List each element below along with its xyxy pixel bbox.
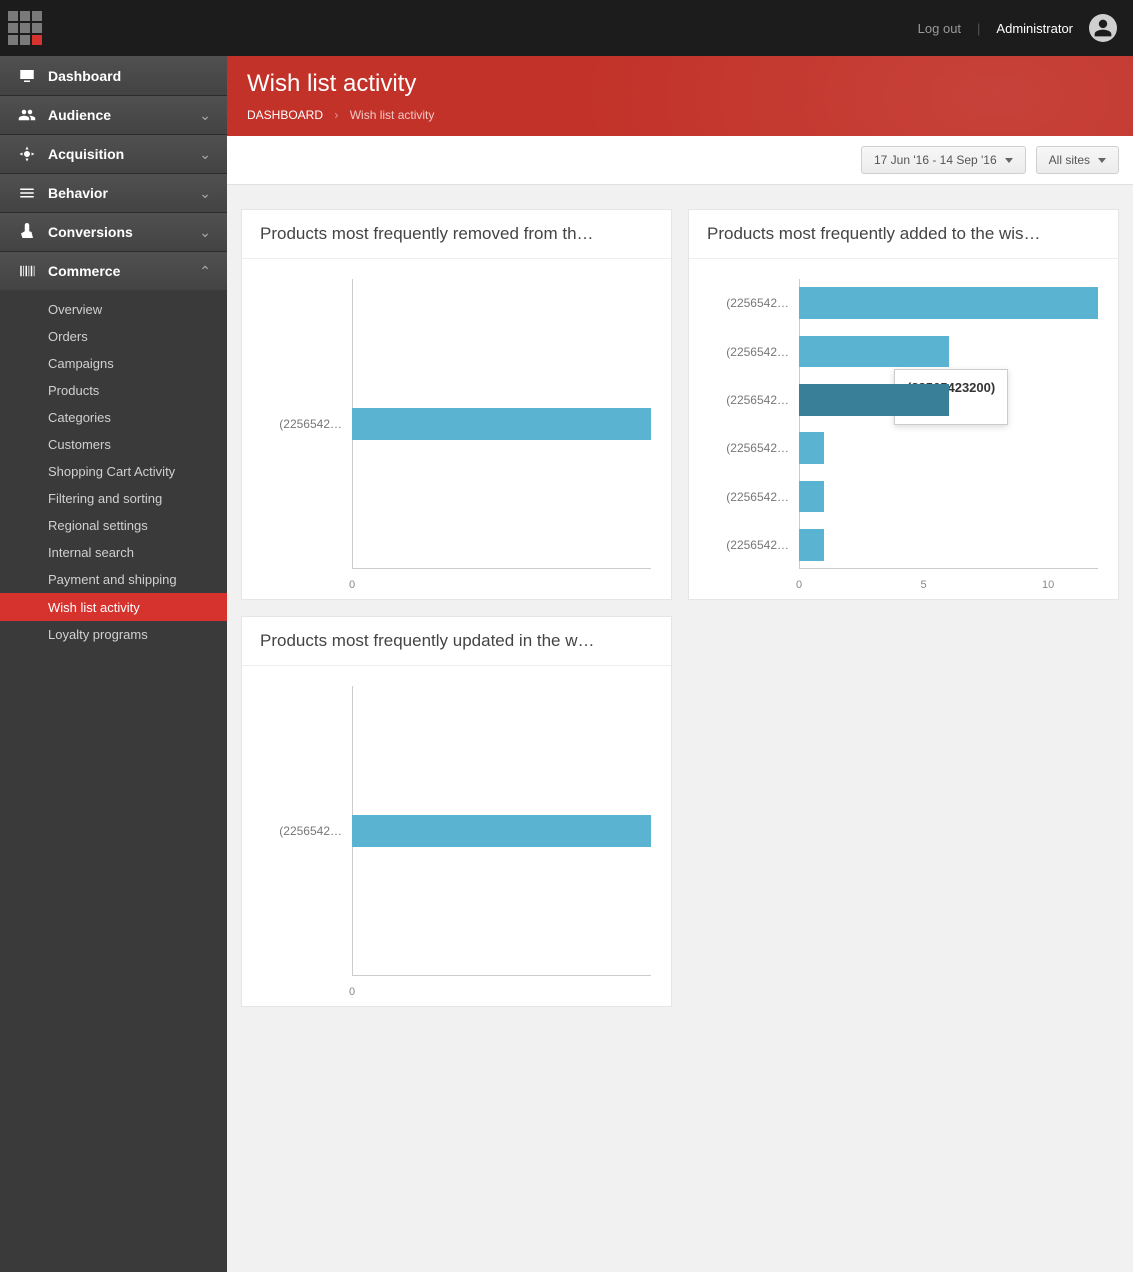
- card-updated: Products most frequently updated in the …: [241, 616, 672, 1007]
- sub-item-orders[interactable]: Orders: [0, 323, 227, 350]
- chart-y-label: (2256542…: [699, 345, 789, 359]
- chart-y-label: (2256542…: [699, 296, 789, 310]
- topbar: Log out | Administrator: [0, 0, 1133, 56]
- chevron-up-icon: ⌃: [199, 263, 211, 280]
- site-picker-label: All sites: [1049, 153, 1090, 167]
- avatar-icon[interactable]: [1089, 14, 1117, 42]
- people-icon: [16, 106, 38, 124]
- sidebar-item-commerce[interactable]: Commerce ⌃: [0, 251, 227, 290]
- chart-bar[interactable]: [799, 481, 824, 512]
- card-title: Products most frequently updated in the …: [242, 617, 671, 666]
- crumb-root[interactable]: DASHBOARD: [247, 108, 323, 122]
- chevron-down-icon: ⌄: [199, 146, 211, 163]
- divider: |: [977, 21, 980, 36]
- chart-added: (22565423200) 6 (2256542…(2256542…(22565…: [689, 259, 1118, 599]
- date-range-picker[interactable]: 17 Jun '16 - 14 Sep '16: [861, 146, 1026, 174]
- chart-updated: (2256542… 0: [242, 666, 671, 1006]
- chart-bar[interactable]: [799, 287, 1098, 318]
- sidebar-item-label: Acquisition: [48, 146, 199, 162]
- sub-item-wishlist[interactable]: Wish list activity: [0, 593, 227, 621]
- sub-item-customers[interactable]: Customers: [0, 431, 227, 458]
- chart-y-label: (2256542…: [252, 824, 342, 838]
- tap-icon: [16, 223, 38, 241]
- sub-item-search[interactable]: Internal search: [0, 539, 227, 566]
- monitor-icon: [16, 67, 38, 85]
- chevron-down-icon: ⌄: [199, 107, 211, 124]
- sidebar-item-conversions[interactable]: Conversions ⌄: [0, 212, 227, 251]
- sub-item-loyalty[interactable]: Loyalty programs: [0, 621, 227, 648]
- chart-x-tick: 10: [1042, 579, 1054, 591]
- chart-y-label: (2256542…: [252, 417, 342, 431]
- chart-x-tick: 0: [796, 579, 802, 591]
- sub-item-filtering[interactable]: Filtering and sorting: [0, 485, 227, 512]
- chart-bar[interactable]: [352, 815, 651, 847]
- chart-x-tick: 0: [349, 986, 355, 998]
- sub-item-regional[interactable]: Regional settings: [0, 512, 227, 539]
- chart-y-label: (2256542…: [699, 538, 789, 552]
- main-content: Wish list activity DASHBOARD › Wish list…: [227, 56, 1133, 1272]
- chart-bar[interactable]: [799, 336, 949, 367]
- chart-bar[interactable]: [799, 432, 824, 463]
- sub-item-campaigns[interactable]: Campaigns: [0, 350, 227, 377]
- axis-x: [352, 975, 651, 976]
- sidebar-item-behavior[interactable]: Behavior ⌄: [0, 173, 227, 212]
- page-header: Wish list activity DASHBOARD › Wish list…: [227, 56, 1133, 136]
- axis-x: [352, 568, 651, 569]
- sidebar-item-label: Audience: [48, 107, 199, 123]
- chart-y-label: (2256542…: [699, 441, 789, 455]
- logout-link[interactable]: Log out: [918, 21, 961, 36]
- target-icon: [16, 145, 38, 163]
- toolbar: 17 Jun '16 - 14 Sep '16 All sites: [227, 136, 1133, 185]
- sidebar-item-audience[interactable]: Audience ⌄: [0, 95, 227, 134]
- barcode-icon: [16, 262, 38, 280]
- axis-x: [799, 568, 1098, 569]
- axis-y: [799, 279, 800, 569]
- chevron-down-icon: ⌄: [199, 185, 211, 202]
- sub-item-cart[interactable]: Shopping Cart Activity: [0, 458, 227, 485]
- site-picker[interactable]: All sites: [1036, 146, 1119, 174]
- sidebar: Dashboard Audience ⌄ Acquisition ⌄ Behav…: [0, 56, 227, 1272]
- sidebar-item-label: Dashboard: [48, 68, 211, 84]
- chart-bar[interactable]: [799, 529, 824, 560]
- chart-removed: (2256542… 0: [242, 259, 671, 599]
- page-title: Wish list activity: [247, 70, 1113, 98]
- sub-item-payment[interactable]: Payment and shipping: [0, 566, 227, 593]
- sidebar-item-acquisition[interactable]: Acquisition ⌄: [0, 134, 227, 173]
- chevron-right-icon: ›: [334, 108, 338, 122]
- chart-y-label: (2256542…: [699, 393, 789, 407]
- sidebar-item-dashboard[interactable]: Dashboard: [0, 56, 227, 95]
- sidebar-item-label: Behavior: [48, 185, 199, 201]
- chevron-down-icon: ⌄: [199, 224, 211, 241]
- commerce-submenu: Overview Orders Campaigns Products Categ…: [0, 290, 227, 654]
- user-name[interactable]: Administrator: [996, 21, 1073, 36]
- sub-item-products[interactable]: Products: [0, 377, 227, 404]
- sliders-icon: [16, 184, 38, 202]
- chart-bar[interactable]: [352, 408, 651, 440]
- date-range-label: 17 Jun '16 - 14 Sep '16: [874, 153, 997, 167]
- app-logo[interactable]: [8, 11, 42, 45]
- card-title: Products most frequently removed from th…: [242, 210, 671, 259]
- crumb-leaf: Wish list activity: [350, 108, 435, 122]
- chart-x-tick: 5: [921, 579, 927, 591]
- chart-x-tick: 0: [349, 579, 355, 591]
- chart-bar[interactable]: [799, 384, 949, 415]
- caret-down-icon: [1098, 158, 1106, 163]
- card-title: Products most frequently added to the wi…: [689, 210, 1118, 259]
- chart-y-label: (2256542…: [699, 490, 789, 504]
- sidebar-item-label: Conversions: [48, 224, 199, 240]
- card-removed: Products most frequently removed from th…: [241, 209, 672, 600]
- card-added: Products most frequently added to the wi…: [688, 209, 1119, 600]
- sidebar-item-label: Commerce: [48, 263, 199, 279]
- sub-item-overview[interactable]: Overview: [0, 296, 227, 323]
- caret-down-icon: [1005, 158, 1013, 163]
- breadcrumb: DASHBOARD › Wish list activity: [247, 108, 1113, 122]
- sub-item-categories[interactable]: Categories: [0, 404, 227, 431]
